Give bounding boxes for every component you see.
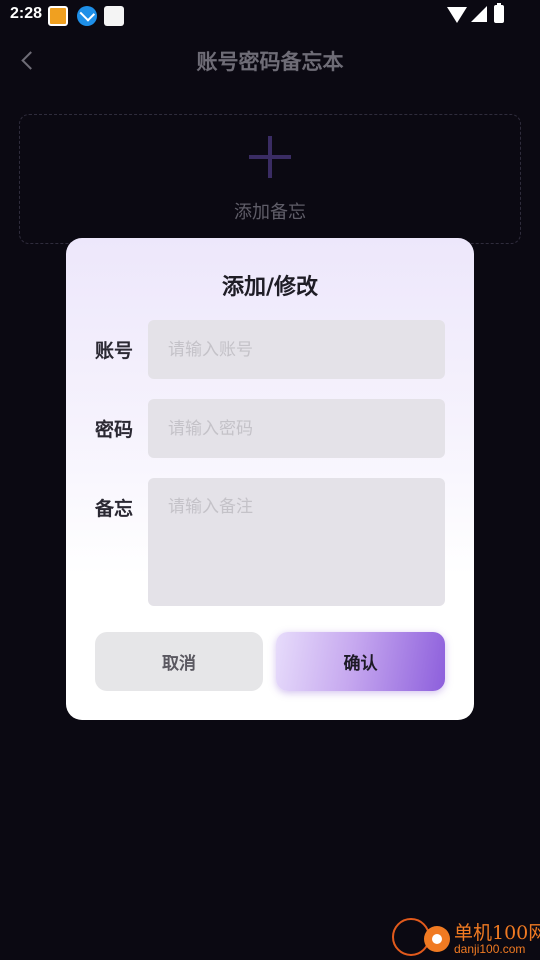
app-notification-icon: [48, 6, 68, 26]
password-input[interactable]: [148, 399, 445, 458]
wifi-icon: [447, 7, 467, 23]
memo-textarea[interactable]: [148, 478, 445, 606]
plus-icon: [249, 136, 291, 178]
signal-icon: [471, 6, 487, 22]
battery-charging-icon: [494, 3, 504, 23]
download-icon: [77, 6, 97, 26]
cancel-button[interactable]: 取消: [95, 632, 263, 691]
password-label: 密码: [95, 419, 134, 441]
page-title: 账号密码备忘本: [196, 50, 344, 74]
watermark-logo-icon: [424, 926, 450, 952]
watermark-name: 单机100网: [454, 922, 540, 944]
watermark-url: danji100.com: [454, 942, 526, 956]
dialog-title: 添加/修改: [221, 275, 319, 300]
status-bar: 2:28: [0, 0, 540, 32]
add-memo-label: 添加备忘: [234, 202, 306, 223]
app-notification-icon: [104, 6, 124, 26]
account-label: 账号: [95, 340, 134, 362]
watermark: 单机100网 danji100.com: [392, 914, 540, 960]
confirm-button[interactable]: 确认: [276, 632, 445, 691]
add-memo-card[interactable]: 添加备忘: [19, 114, 521, 244]
edit-dialog: 添加/修改 账号 密码 备忘 取消 确认: [66, 238, 474, 720]
account-input[interactable]: [148, 320, 445, 379]
memo-label: 备忘: [95, 498, 134, 520]
status-time: 2:28: [10, 5, 43, 22]
